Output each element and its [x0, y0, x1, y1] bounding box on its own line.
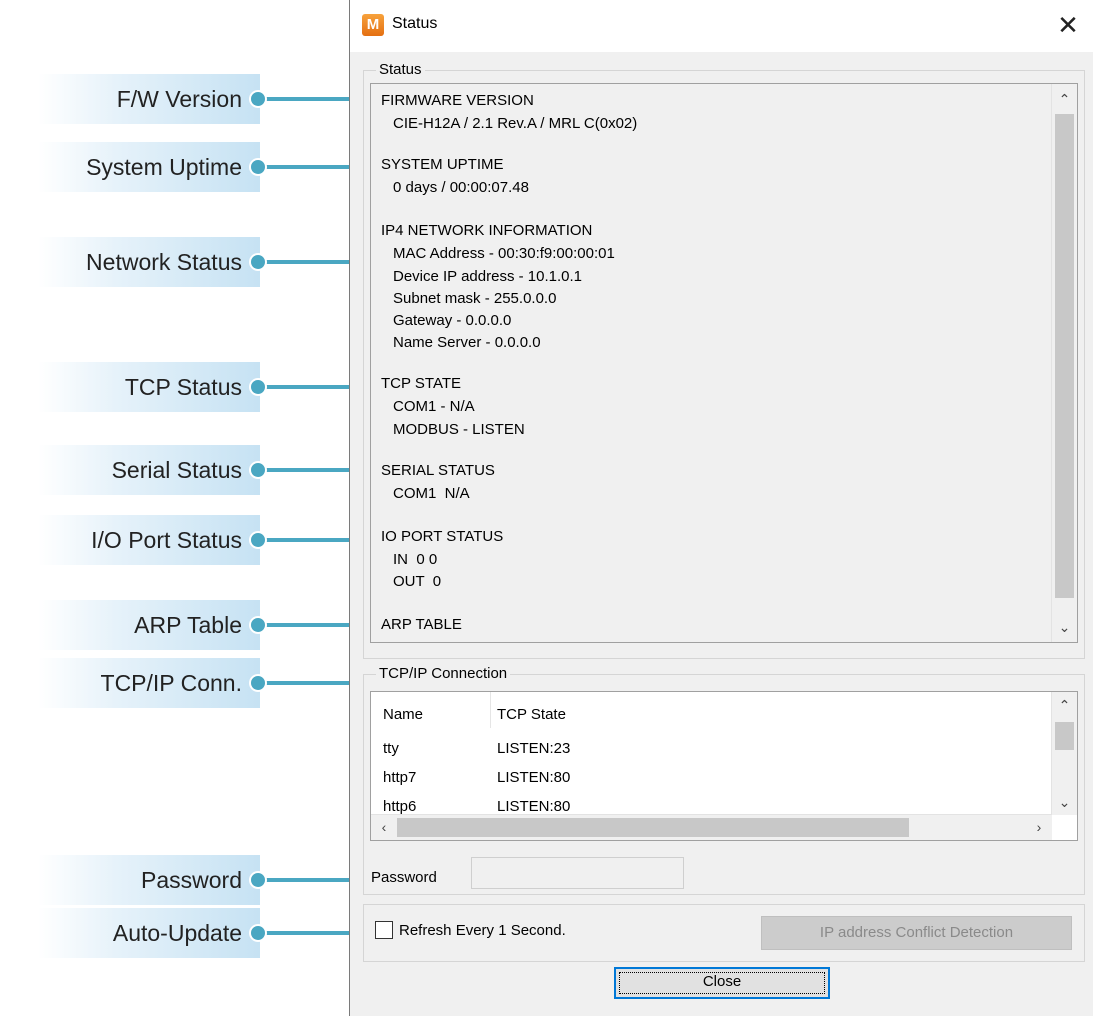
row-name: http7 — [383, 769, 417, 786]
scroll-left-icon[interactable]: ‹ — [373, 815, 395, 840]
row-name: tty — [383, 740, 399, 757]
status-value: MAC Address - 00:30:f9:00:00:01 — [393, 245, 615, 262]
status-value: 0 days / 00:00:07.48 — [393, 179, 529, 196]
column-divider[interactable] — [490, 692, 491, 728]
refresh-checkbox-label[interactable]: Refresh Every 1 Second. — [399, 922, 566, 939]
callout-line — [256, 385, 362, 389]
close-button[interactable]: Close — [614, 967, 830, 999]
row-state: LISTEN:23 — [497, 740, 571, 757]
row-state: LISTEN:80 — [497, 769, 571, 786]
status-heading: TCP STATE — [381, 375, 462, 392]
status-heading: SYSTEM UPTIME — [381, 156, 504, 173]
scrollbar-thumb[interactable] — [397, 818, 909, 837]
callout-label: Serial Status — [38, 445, 260, 495]
tcp-connection-list[interactable]: Name TCP State tty LISTEN:23 http7 LISTE… — [370, 691, 1078, 841]
tcpip-group-label: TCP/IP Connection — [376, 665, 511, 682]
title-bar[interactable]: M Status ✕ — [350, 0, 1093, 52]
callout-label: I/O Port Status — [38, 515, 260, 565]
status-dialog: M Status ✕ Status FIRMWARE VERSION CIE-H… — [349, 0, 1093, 1016]
callout-line — [256, 538, 362, 542]
table-row[interactable]: tty LISTEN:23 — [371, 734, 1052, 762]
status-value: Subnet mask - 255.0.0.0 — [393, 290, 557, 307]
status-value: MODBUS - LISTEN — [393, 421, 525, 438]
app-logo-icon: M — [362, 14, 384, 36]
row-state: LISTEN:80 — [497, 798, 571, 815]
status-heading: SERIAL STATUS — [381, 462, 495, 479]
callout-dot — [249, 90, 267, 108]
callout-dot — [249, 253, 267, 271]
callout-line — [256, 165, 362, 169]
list-horizontal-scrollbar[interactable]: ‹ › — [371, 814, 1052, 840]
callout-line — [256, 623, 362, 627]
callout-line — [256, 97, 362, 101]
callout-label: F/W Version — [38, 74, 260, 124]
status-value: Name Server - 0.0.0.0 — [393, 334, 541, 351]
callout-dot — [249, 531, 267, 549]
scroll-up-icon[interactable]: ⌃ — [1052, 694, 1077, 716]
focus-rect — [619, 972, 825, 994]
window-title: Status — [392, 15, 438, 32]
list-vertical-scrollbar[interactable]: ⌃ ⌄ — [1051, 692, 1077, 815]
status-heading: FIRMWARE VERSION — [381, 92, 534, 109]
table-row[interactable]: http7 LISTEN:80 — [371, 763, 1052, 791]
callout-label: System Uptime — [38, 142, 260, 192]
column-header-tcp-state[interactable]: TCP State — [497, 706, 566, 723]
callout-line — [256, 878, 362, 882]
status-value: COM1 - N/A — [393, 398, 475, 415]
callout-dot — [249, 871, 267, 889]
callout-label: TCP Status — [38, 362, 260, 412]
scroll-right-icon[interactable]: › — [1028, 815, 1050, 840]
status-textarea[interactable]: FIRMWARE VERSION CIE-H12A / 2.1 Rev.A / … — [370, 83, 1078, 643]
status-value: Gateway - 0.0.0.0 — [393, 312, 512, 329]
callout-label: Auto-Update — [38, 908, 260, 958]
scroll-down-icon[interactable]: ⌄ — [1052, 616, 1077, 638]
callout-dot — [249, 461, 267, 479]
column-header-name[interactable]: Name — [383, 706, 423, 723]
callout-line — [256, 681, 362, 685]
callout-dot — [249, 158, 267, 176]
status-heading: IO PORT STATUS — [381, 528, 504, 545]
status-value: CIE-H12A / 2.1 Rev.A / MRL C(0x02) — [393, 115, 638, 132]
callout-line — [256, 931, 362, 935]
ip-conflict-detection-button[interactable]: IP address Conflict Detection — [761, 916, 1072, 950]
status-heading: ARP TABLE — [381, 616, 462, 633]
scrollbar-thumb[interactable] — [1055, 722, 1074, 750]
status-value: OUT 0 — [393, 573, 442, 590]
scroll-down-icon[interactable]: ⌄ — [1052, 791, 1077, 813]
status-vertical-scrollbar[interactable]: ⌃ ⌄ — [1051, 84, 1077, 642]
callout-line — [256, 260, 362, 264]
callout-line — [256, 468, 362, 472]
status-group-label: Status — [376, 61, 425, 78]
callout-dot — [249, 616, 267, 634]
close-window-icon[interactable]: ✕ — [1055, 10, 1081, 40]
callout-dot — [249, 378, 267, 396]
status-value: COM1 N/A — [393, 485, 470, 502]
callout-label: ARP Table — [38, 600, 260, 650]
callout-label: Network Status — [38, 237, 260, 287]
callout-dot — [249, 924, 267, 942]
callout-label: TCP/IP Conn. — [38, 658, 260, 708]
scrollbar-thumb[interactable] — [1055, 114, 1074, 598]
row-name: http6 — [383, 798, 417, 815]
status-value: IN 0 0 — [393, 551, 438, 568]
status-value: Device IP address - 10.1.0.1 — [393, 268, 582, 285]
scroll-up-icon[interactable]: ⌃ — [1052, 88, 1077, 110]
password-label: Password — [371, 869, 437, 886]
callout-label: Password — [38, 855, 260, 905]
callout-dot — [249, 674, 267, 692]
status-heading: IP4 NETWORK INFORMATION — [381, 222, 593, 239]
password-field[interactable] — [471, 857, 684, 889]
refresh-checkbox[interactable] — [375, 921, 393, 939]
list-header: Name TCP State — [371, 700, 1052, 728]
